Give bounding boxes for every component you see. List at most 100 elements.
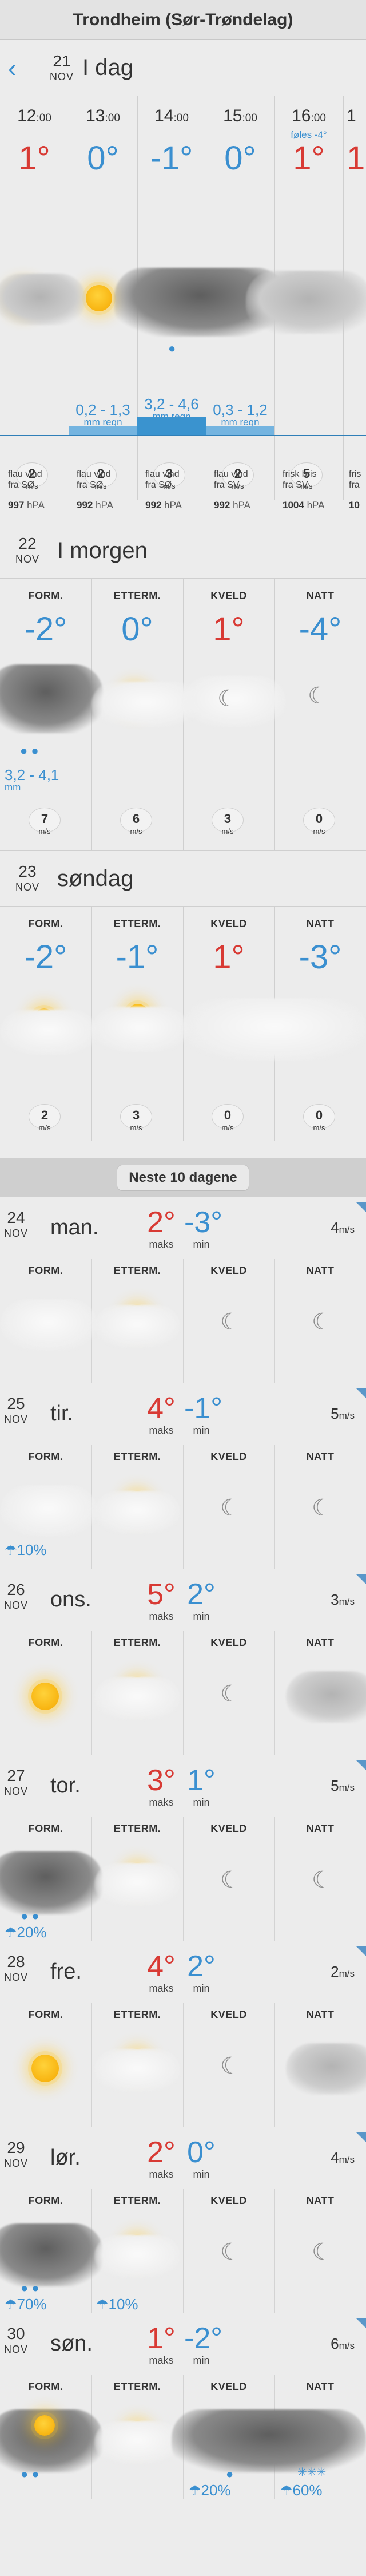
period-temp: -1° [116, 939, 159, 976]
max-label: maks [149, 1983, 174, 1994]
sun-icon [31, 1683, 59, 1710]
tomorrow-header: 22 NOV I morgen [0, 523, 366, 579]
period-label: KVELD [210, 2381, 247, 2392]
raindrop-icon: ● [226, 2467, 234, 2481]
hour-temp: 0° [224, 140, 256, 177]
day-row[interactable]: 27 NOV tor. 3° 1° maks min 5m/s FORM. ETTERM. KVEL… [0, 1760, 366, 1941]
wind-badge: 2 m/s [29, 1104, 61, 1131]
date-badge: 21 NOV [49, 52, 74, 82]
cloud-icon [0, 274, 86, 325]
expand-corner-icon[interactable] [356, 1574, 366, 1584]
expand-corner-icon[interactable] [356, 1760, 366, 1770]
raindrop-icon: ● ● [21, 2467, 39, 2481]
wind-badge: 3 m/s [120, 1104, 152, 1131]
day-row[interactable]: 29 NOV lør. 2° 0° maks min 4m/s FORM. ETTERM. KVEL… [0, 2132, 366, 2313]
hourly-section[interactable]: 12:00 13:00 14:00 15:00 16:00 1 føles -4… [0, 96, 366, 500]
wind-badge: 7 m/s [29, 808, 61, 835]
expand-corner-icon[interactable] [356, 2318, 366, 2328]
day-name: tir. [50, 1402, 74, 1426]
umbrella-icon: ☂ [189, 2483, 201, 2499]
period-label: ETTERM. [113, 2009, 161, 2020]
moon-icon: ☾ [220, 2239, 241, 2265]
raindrop-icon: ● ● [20, 743, 39, 758]
day-name: søn. [50, 2332, 93, 2356]
period-temp: -4° [299, 611, 342, 648]
moon-icon: ☾ [312, 1495, 332, 1521]
cloud-icon [94, 2421, 180, 2464]
period-label: FORM. [28, 2009, 63, 2020]
period-label: NATT [306, 1823, 335, 1834]
cloud-icon [94, 1305, 180, 1348]
period-label: KVELD [210, 1265, 247, 1276]
period-label: KVELD [210, 918, 247, 929]
sunday-section[interactable]: FORM. ETTERM. KVELD NATT -2° -1° 1° -3° … [0, 907, 366, 1141]
hour-temp: 1 [347, 140, 365, 177]
max-temp: 4° [147, 1950, 176, 1983]
expand-corner-icon[interactable] [356, 1946, 366, 1956]
day-row[interactable]: 24 NOV man. 2° -3° maks min 4m/s FORM. ETTERM. KVE… [0, 1202, 366, 1383]
period-label: KVELD [210, 1637, 247, 1648]
period-label: KVELD [210, 2009, 247, 2020]
period-temp: -2° [24, 611, 67, 648]
precip-chance: ☂10% [96, 2296, 138, 2313]
max-label: maks [149, 2169, 174, 2180]
max-temp: 5° [147, 1578, 176, 1611]
raindrop-icon: ● ● [21, 2281, 39, 2295]
next10-button[interactable]: Neste 10 dagene [117, 1165, 249, 1191]
pressure: 10 [349, 500, 360, 511]
hour-time: 16:00 [292, 106, 326, 125]
wind-speed: 4m/s [331, 1219, 355, 1236]
min-label: min [193, 2169, 210, 2180]
cloud-icon [286, 2043, 366, 2095]
min-temp: -2° [184, 2322, 223, 2355]
precip-chance: ☂70% [5, 2296, 47, 2313]
period-label: NATT [306, 1265, 335, 1276]
expand-corner-icon[interactable] [356, 1202, 366, 1212]
sun-icon [86, 285, 112, 311]
umbrella-icon: ☂ [5, 1925, 17, 1941]
wind-pressure-row: flau vind fra SØ flau vind fra SØ flau vin… [0, 465, 366, 523]
rain-bar [69, 426, 137, 435]
day-row[interactable]: 30 NOV søn. 1° -2° maks min 6m/s FORM. ETTERM. KVE… [0, 2318, 366, 2499]
day-list: 24 NOV man. 2° -3° maks min 4m/s FORM. ETTERM. KVE… [0, 1197, 366, 2576]
min-label: min [193, 1424, 210, 1436]
period-label: FORM. [28, 2381, 63, 2392]
expand-corner-icon[interactable] [356, 2132, 366, 2142]
period-label: FORM. [28, 1823, 63, 1834]
period-label: NATT [306, 1637, 335, 1648]
sun-icon [34, 2415, 55, 2436]
wind-badge: 0 m/s [303, 1104, 335, 1131]
date-badge: 22 NOV [15, 535, 39, 565]
max-temp: 1° [147, 2322, 176, 2355]
tomorrow-section[interactable]: FORM. ETTERM. KVELD NATT -2° 0° 1° -4° ☾… [0, 579, 366, 850]
feels-like: føles -4° [291, 129, 327, 140]
hour-time: 15:00 [223, 106, 257, 125]
wind-speed: 5m/s [331, 1405, 355, 1422]
moon-icon: ☾ [220, 2053, 241, 2079]
day-row[interactable]: 26 NOV ons. 5° 2° maks min 3m/s FORM. ETTERM. KVEL… [0, 1574, 366, 1755]
expand-corner-icon[interactable] [356, 1388, 366, 1398]
wind-desc: flau vind fra SØ [8, 469, 42, 490]
precip-chance: ☂20% [189, 2482, 231, 2499]
period-label: FORM. [28, 1637, 63, 1648]
max-temp: 3° [147, 1764, 176, 1797]
today-header: ‹ 21 NOV I dag [0, 40, 366, 96]
min-label: min [193, 1797, 210, 1808]
back-chevron-icon[interactable]: ‹ [8, 56, 17, 81]
max-label: maks [149, 2355, 174, 2366]
cloud-icon [183, 998, 366, 1061]
wind-badge: 3 m/s [212, 808, 244, 835]
day-title: I dag [82, 55, 133, 80]
period-label: ETTERM. [113, 918, 161, 929]
wind-desc: flau vind fra SØ [145, 469, 180, 490]
rain-bar [137, 417, 206, 435]
day-name: ons. [50, 1588, 92, 1612]
period-label: ETTERM. [113, 1451, 161, 1462]
min-temp: 2° [187, 1950, 216, 1983]
hour-time: 12:00 [17, 106, 51, 125]
period-label: ETTERM. [113, 1637, 161, 1648]
day-row[interactable]: 25 NOV tir. 4° -1° maks min 5m/s FORM. ETTERM. KVE… [0, 1388, 366, 1569]
hour-time: 1 [347, 106, 356, 125]
day-row[interactable]: 28 NOV fre. 4° 2° maks min 2m/s FORM. ETTERM. KVEL… [0, 1946, 366, 2127]
wind-desc: fris fra [349, 469, 361, 490]
